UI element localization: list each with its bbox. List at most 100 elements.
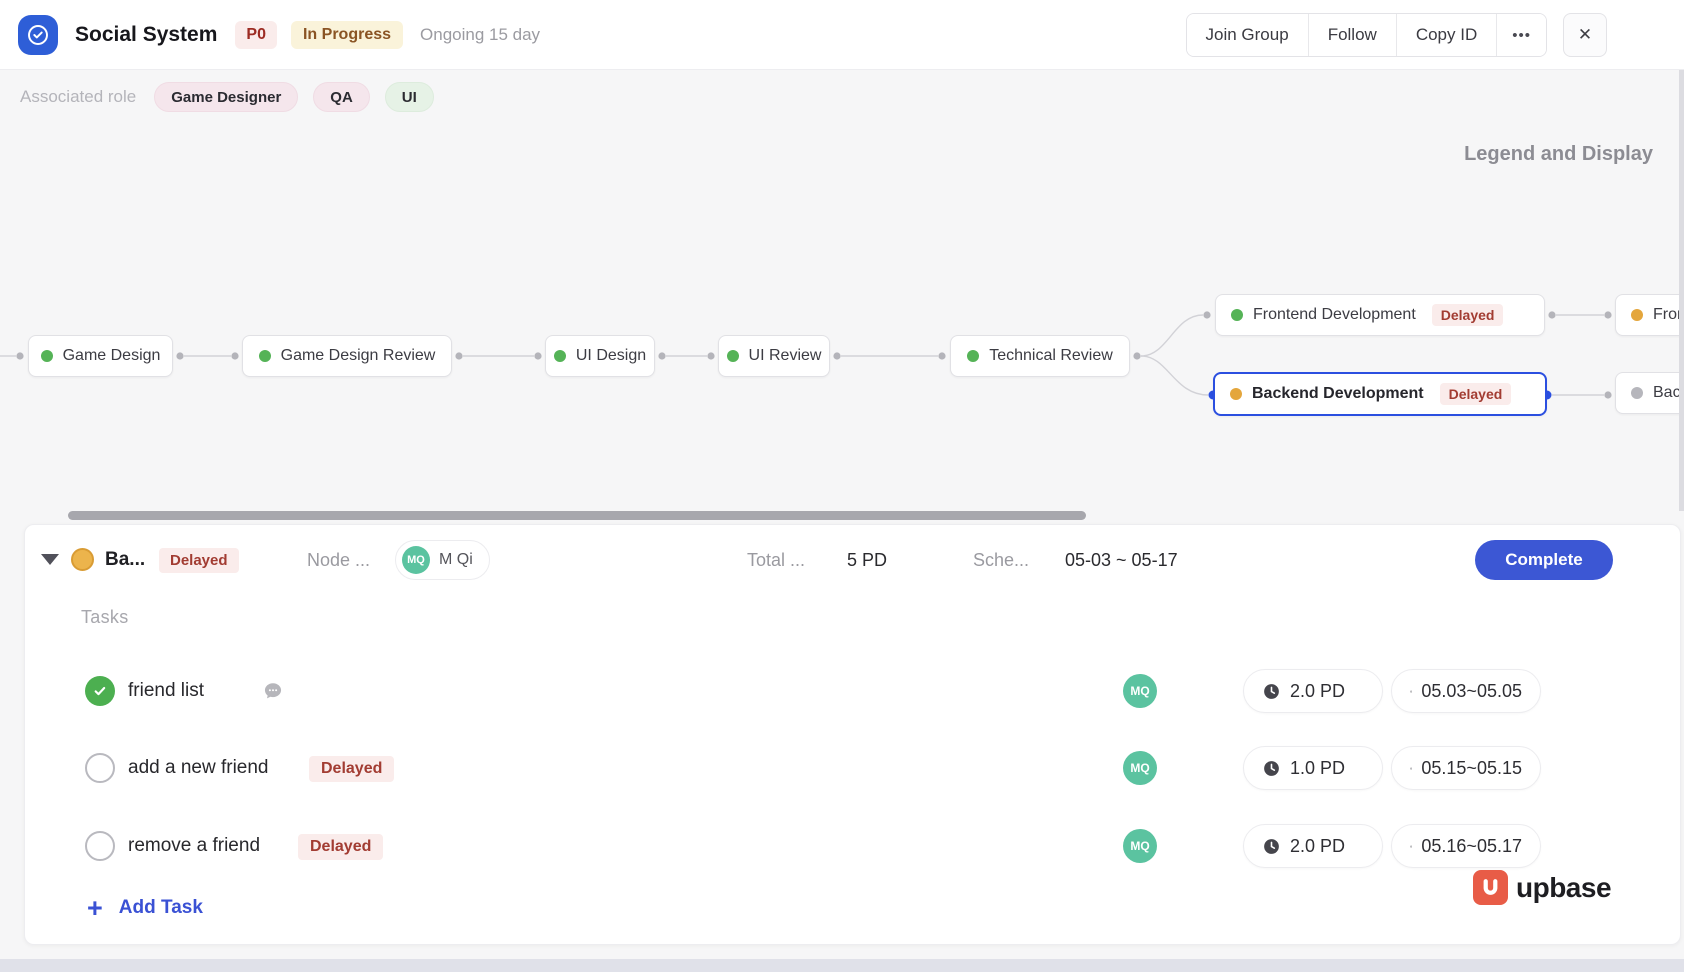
task-checkbox-unchecked[interactable] — [85, 753, 115, 783]
role-tag-ui[interactable]: UI — [385, 82, 434, 112]
horizontal-scrollbar[interactable] — [68, 511, 1086, 520]
node-owner-label: Node ... — [307, 550, 370, 571]
node-delayed-badge: Delayed — [1432, 304, 1504, 326]
workflow-node-game-design-review[interactable]: Game Design Review — [242, 335, 452, 377]
plus-icon: + — [87, 898, 103, 918]
node-label: Frontend Development — [1253, 306, 1416, 324]
selected-node-panel: Ba... Delayed Node ... MQ M Qi Total ...… — [24, 524, 1681, 945]
tasks-section-label: Tasks — [81, 607, 129, 628]
node-state-circle-icon — [71, 548, 94, 571]
project-detail-modal: Social System P0 In Progress Ongoing 15 … — [0, 0, 1684, 972]
assignee-name: M Qi — [439, 551, 473, 569]
node-assignee-chip[interactable]: MQ M Qi — [395, 540, 490, 580]
workflow-node-frontend-next-truncated[interactable]: Fron — [1615, 294, 1684, 336]
panel-header: Ba... Delayed Node ... MQ M Qi Total ...… — [25, 525, 1680, 595]
task-effort-value: 2.0 PD — [1290, 836, 1345, 857]
task-delayed-badge: Delayed — [309, 756, 394, 782]
task-name[interactable]: friend list — [128, 680, 204, 702]
total-label: Total ... — [747, 550, 805, 571]
task-row: friend list MQ 2.0 PD — [25, 667, 1680, 715]
task-dates-pill[interactable]: 05.15~05.15 — [1391, 746, 1541, 790]
task-dates-value: 05.15~05.15 — [1421, 758, 1522, 779]
workflow-node-game-design[interactable]: Game Design — [28, 335, 173, 377]
workflow-node-technical-review[interactable]: Technical Review — [950, 335, 1130, 377]
role-tag-game-designer[interactable]: Game Designer — [154, 82, 298, 112]
node-label: UI Design — [576, 347, 646, 365]
legend-and-display-label[interactable]: Legend and Display — [1464, 143, 1653, 166]
node-status-dot — [967, 350, 979, 362]
node-label: Technical Review — [989, 347, 1113, 365]
workflow-node-ui-review[interactable]: UI Review — [718, 335, 830, 377]
add-task-label: Add Task — [119, 897, 203, 919]
associated-role-label: Associated role — [20, 87, 136, 107]
calendar-icon — [1410, 837, 1412, 856]
node-status-dot — [727, 350, 739, 362]
task-name[interactable]: remove a friend — [128, 835, 260, 857]
upbase-watermark: upbase — [1473, 870, 1611, 905]
ongoing-duration: Ongoing 15 day — [420, 25, 540, 45]
task-effort-pill[interactable]: 2.0 PD — [1243, 824, 1383, 868]
header-actions: Join Group Follow Copy ID ••• ✕ — [1186, 13, 1607, 57]
calendar-icon — [1410, 682, 1412, 701]
join-group-button[interactable]: Join Group — [1187, 14, 1308, 56]
workflow-node-frontend-development[interactable]: Frontend Development Delayed — [1215, 294, 1545, 336]
node-status-dot — [1631, 309, 1643, 321]
task-effort-pill[interactable]: 2.0 PD — [1243, 669, 1383, 713]
action-button-group: Join Group Follow Copy ID ••• — [1186, 13, 1547, 57]
task-dates-value: 05.16~05.17 — [1421, 836, 1522, 857]
clock-icon — [1262, 837, 1281, 856]
avatar: MQ — [402, 546, 430, 574]
task-assignee-avatar[interactable]: MQ — [1123, 674, 1157, 708]
add-task-button[interactable]: + Add Task — [87, 897, 203, 919]
copy-id-button[interactable]: Copy ID — [1396, 14, 1496, 56]
more-options-icon[interactable]: ••• — [1496, 14, 1546, 56]
follow-button[interactable]: Follow — [1308, 14, 1396, 56]
node-status-dot — [1631, 387, 1643, 399]
panel-node-title: Ba... — [105, 549, 145, 571]
task-row: remove a friend Delayed MQ 2.0 PD 05.16~… — [25, 822, 1680, 870]
clock-icon — [1262, 682, 1281, 701]
upbase-wordmark: upbase — [1516, 872, 1611, 904]
page-title: Social System — [75, 23, 217, 47]
node-status-dot — [1230, 388, 1242, 400]
comment-bubble-icon[interactable] — [262, 680, 284, 702]
total-value: 5 PD — [847, 550, 887, 571]
task-dates-value: 05.03~05.05 — [1421, 681, 1522, 702]
node-label: UI Review — [749, 347, 822, 365]
collapse-chevron-icon[interactable] — [41, 554, 59, 565]
clock-icon — [1262, 759, 1281, 778]
workflow-node-ui-design[interactable]: UI Design — [545, 335, 655, 377]
header-bar: Social System P0 In Progress Ongoing 15 … — [0, 0, 1684, 70]
workflow-connectors — [0, 0, 1684, 520]
node-status-dot — [259, 350, 271, 362]
complete-button[interactable]: Complete — [1475, 540, 1613, 580]
workflow-node-backend-next-truncated[interactable]: Back — [1615, 372, 1684, 414]
node-status-dot — [1231, 309, 1243, 321]
diagram-right-edge — [1679, 70, 1684, 511]
node-label: Game Design — [63, 347, 161, 365]
node-delayed-badge: Delayed — [1440, 383, 1512, 405]
workflow-node-backend-development[interactable]: Backend Development Delayed — [1213, 372, 1547, 416]
schedule-label: Sche... — [973, 550, 1029, 571]
task-effort-value: 1.0 PD — [1290, 758, 1345, 779]
calendar-icon — [1410, 759, 1412, 778]
close-icon[interactable]: ✕ — [1563, 13, 1607, 57]
status-badge: In Progress — [291, 21, 403, 49]
node-status-dot — [554, 350, 566, 362]
role-tag-qa[interactable]: QA — [313, 82, 370, 112]
task-dates-pill[interactable]: 05.03~05.05 — [1391, 669, 1541, 713]
task-dates-pill[interactable]: 05.16~05.17 — [1391, 824, 1541, 868]
node-label: Backend Development — [1252, 385, 1424, 403]
task-checkbox-checked[interactable] — [85, 676, 115, 706]
panel-delayed-badge: Delayed — [159, 548, 239, 573]
task-name[interactable]: add a new friend — [128, 757, 269, 779]
schedule-value: 05-03 ~ 05-17 — [1065, 550, 1178, 571]
task-assignee-avatar[interactable]: MQ — [1123, 751, 1157, 785]
task-delayed-badge: Delayed — [298, 834, 383, 860]
task-effort-pill[interactable]: 1.0 PD — [1243, 746, 1383, 790]
page-bottom-edge — [0, 959, 1684, 972]
project-check-icon — [18, 15, 58, 55]
task-checkbox-unchecked[interactable] — [85, 831, 115, 861]
task-assignee-avatar[interactable]: MQ — [1123, 829, 1157, 863]
upbase-logo-icon — [1473, 870, 1508, 905]
